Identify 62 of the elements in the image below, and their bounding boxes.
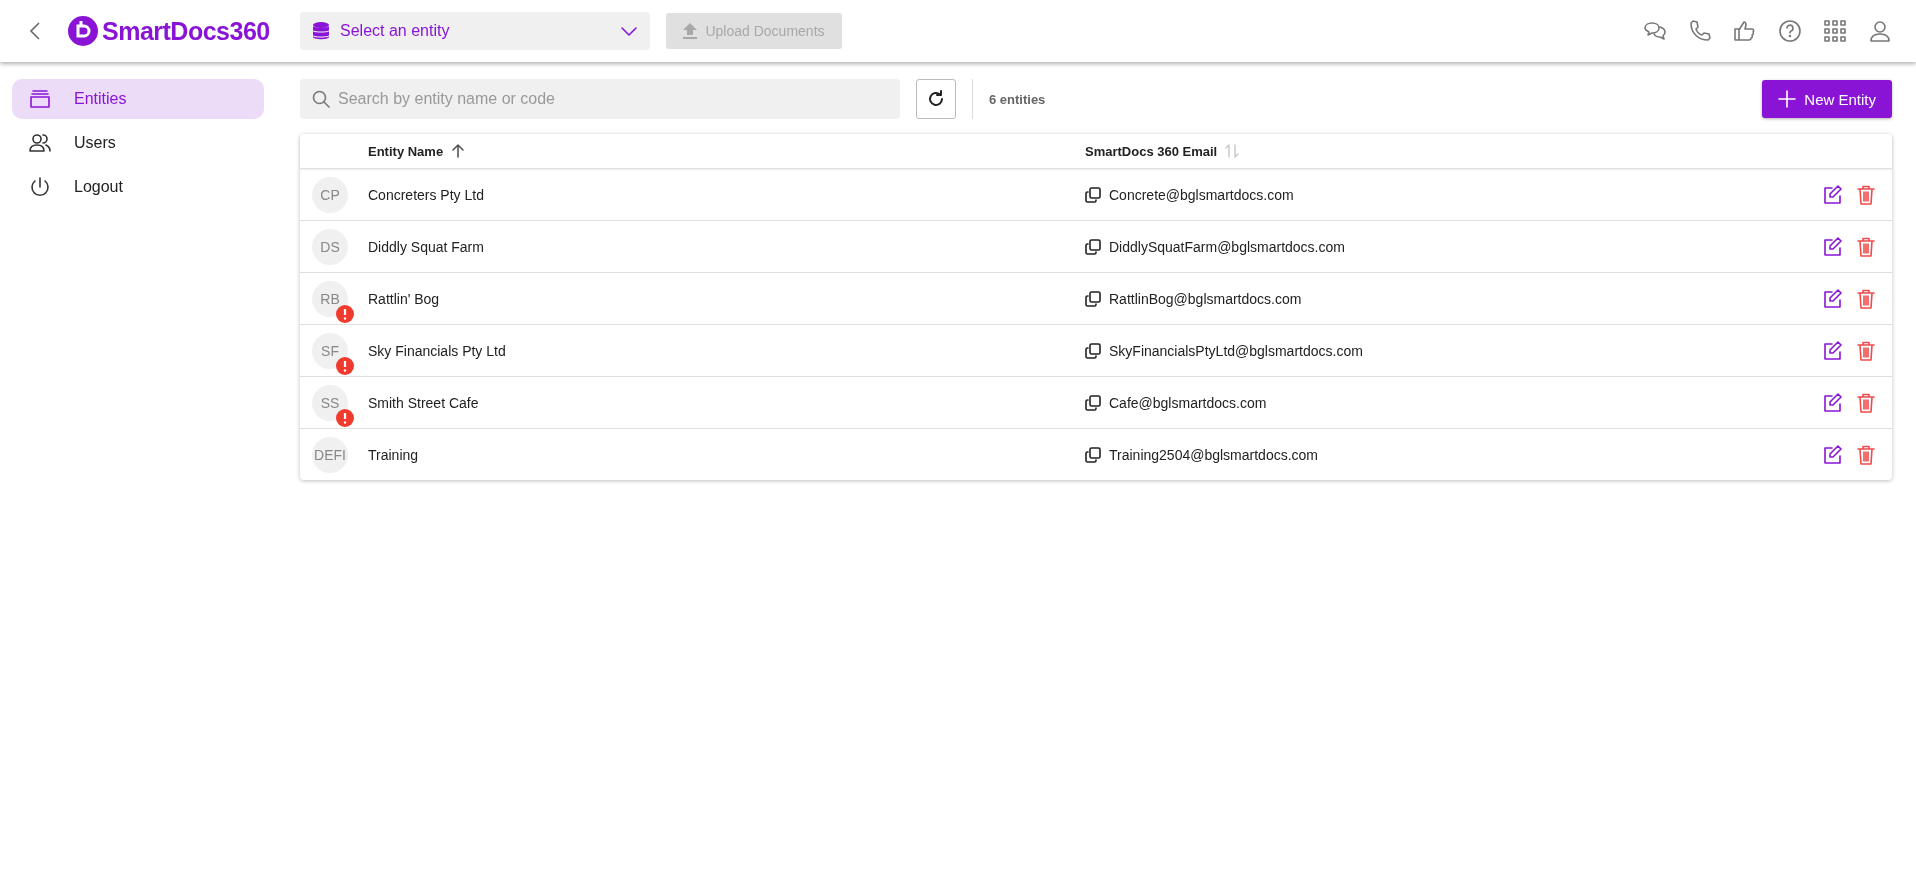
refresh-icon [926,89,946,109]
delete-icon[interactable] [1856,236,1876,257]
logo-icon [68,16,98,46]
delete-icon[interactable] [1856,392,1876,413]
delete-icon[interactable] [1856,288,1876,309]
logo-text: SmartDocs360 [102,16,270,46]
entity-name: Smith Street Cafe [368,394,480,411]
help-icon[interactable] [1778,19,1802,43]
phone-icon[interactable] [1688,19,1712,43]
entity-count: 6 entities [989,91,1046,107]
edit-icon[interactable] [1822,184,1842,205]
delete-icon[interactable] [1856,340,1876,361]
entity-name: Sky Financials Pty Ltd [368,342,507,359]
new-entity-button[interactable]: New Entity [1762,80,1892,118]
entity-name: Diddly Squat Farm [368,238,485,255]
edit-icon[interactable] [1822,392,1842,413]
power-icon [28,175,52,199]
edit-icon[interactable] [1822,236,1842,257]
people-icon [28,131,52,155]
sidebar-item[interactable]: Entities [12,79,264,119]
entity-name: Rattlin' Bog [368,290,441,307]
refresh-button[interactable] [916,79,956,119]
delete-icon[interactable] [1856,444,1876,465]
entity-name: Concreters Pty Ltd [368,186,485,203]
entity-select[interactable]: Select an entity [300,12,650,50]
plus-icon [1778,90,1797,108]
copy-icon[interactable] [1085,238,1101,255]
copy-icon[interactable] [1085,186,1101,203]
entity-avatar: DEFI [312,436,348,473]
entity-email: Concrete@bglsmartdocs.com [1109,186,1294,203]
entity-email: Training2504@bglsmartdocs.com [1109,446,1318,463]
sidebar-item[interactable]: Logout [12,167,264,207]
entity-avatar: RB [312,280,348,317]
copy-icon[interactable] [1085,446,1101,463]
apps-grid-icon[interactable] [1823,19,1847,43]
database-icon [312,21,330,41]
entity-email: SkyFinancialsPtyLtd@bglsmartdocs.com [1109,342,1363,359]
entity-avatar: DS [312,228,348,265]
delete-icon[interactable] [1856,184,1876,205]
entity-email: Cafe@bglsmartdocs.com [1109,394,1267,411]
entity-name: Training [368,446,420,463]
sidebar-item[interactable]: Users [12,123,264,163]
thumbs-up-icon[interactable] [1733,19,1757,43]
edit-icon[interactable] [1822,444,1842,465]
search-field[interactable]: Search by entity name or code [300,79,900,119]
copy-icon[interactable] [1085,394,1101,411]
edit-icon[interactable] [1822,288,1842,309]
chat-icon[interactable] [1643,19,1667,43]
copy-icon[interactable] [1085,290,1101,307]
entity-email: DiddlySquatFarm@bglsmartdocs.com [1109,238,1345,255]
upload-icon [683,23,698,39]
entity-avatar: SF [312,332,348,369]
entity-avatar: SS [312,384,348,421]
copy-icon[interactable] [1085,342,1101,359]
edit-icon[interactable] [1822,340,1842,361]
entity-email: RattlinBog@bglsmartdocs.com [1109,290,1302,307]
column-header[interactable]: SmartDocs 360 Email [1085,143,1218,159]
stack-icon [28,87,52,111]
entity-avatar: CP [312,176,348,213]
arrow-up-icon[interactable] [451,144,466,158]
user-icon[interactable] [1868,19,1892,43]
column-header[interactable]: Entity Name [368,143,444,159]
